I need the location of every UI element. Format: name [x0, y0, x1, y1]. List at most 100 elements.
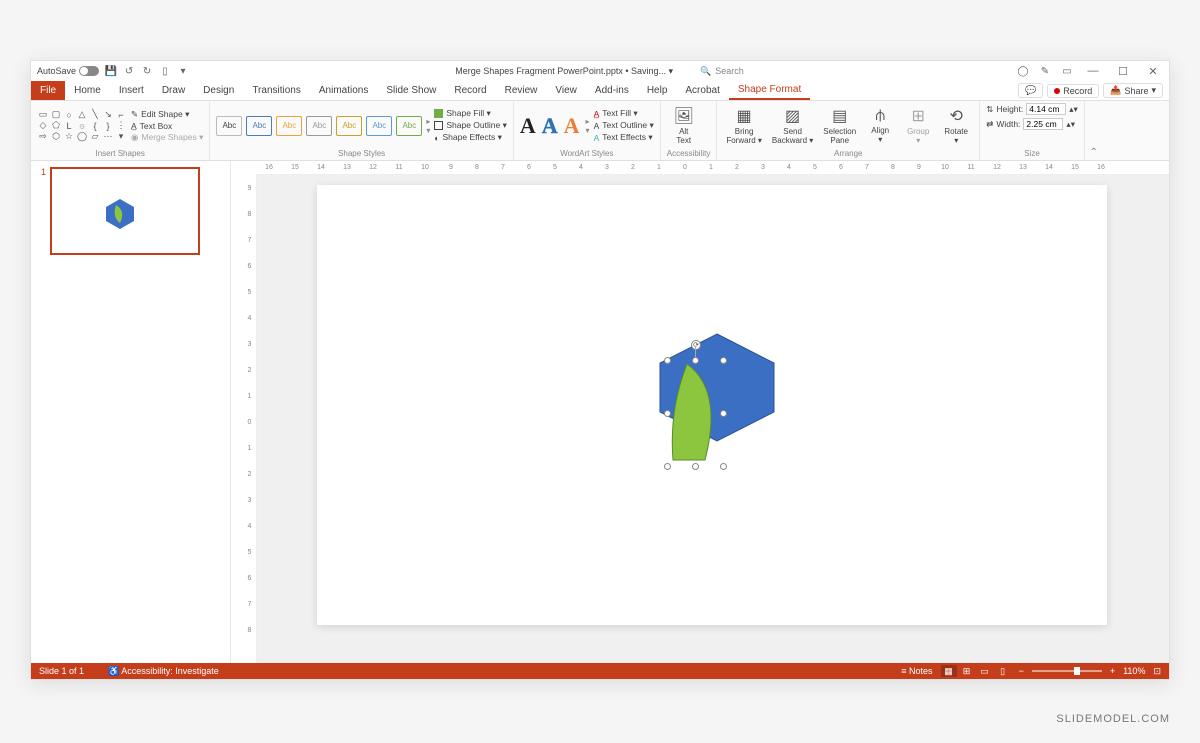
tab-slideshow[interactable]: Slide Show	[377, 81, 445, 100]
start-slideshow-icon[interactable]: ▯	[159, 65, 171, 77]
send-backward-button[interactable]: ▨Send Backward ▾	[769, 104, 816, 147]
tab-record[interactable]: Record	[445, 81, 495, 100]
tab-design[interactable]: Design	[194, 81, 243, 100]
text-fill-icon: A̲	[594, 109, 600, 119]
group-insert-shapes: ▭▢○△╲↘⌐ ◇⬠L۞{}⋮ ⇨⬡☆◯▱⋯▾ ✎Edit Shape ▾ A̲…	[31, 101, 210, 160]
handle-tl[interactable]	[664, 357, 671, 364]
status-bar: Slide 1 of 1 ♿ Accessibility: Investigat…	[31, 663, 1169, 679]
tab-insert[interactable]: Insert	[110, 81, 153, 100]
reading-view-button[interactable]: ▭	[977, 665, 993, 677]
handle-bm[interactable]	[692, 463, 699, 470]
style-thumb-4[interactable]: Abc	[306, 116, 332, 136]
save-icon[interactable]: 💾	[105, 65, 117, 77]
tab-shape-format[interactable]: Shape Format	[729, 81, 810, 100]
tab-animations[interactable]: Animations	[310, 81, 377, 100]
style-thumb-5[interactable]: Abc	[336, 116, 362, 136]
styles-more-icon[interactable]: ▸▾	[426, 117, 430, 135]
style-thumb-7[interactable]: Abc	[396, 116, 422, 136]
fit-to-window-button[interactable]: ⊡	[1153, 666, 1161, 677]
wordart-more-icon[interactable]: ▸▾	[586, 117, 590, 135]
text-box-button[interactable]: A̲Text Box	[131, 121, 203, 131]
tab-addins[interactable]: Add-ins	[586, 81, 638, 100]
handle-bl[interactable]	[664, 463, 671, 470]
handle-tr[interactable]	[720, 357, 727, 364]
undo-icon[interactable]: ↺	[123, 65, 135, 77]
slide-thumbnail-1[interactable]	[50, 167, 200, 255]
handle-mr[interactable]	[720, 410, 727, 417]
shape-fill-button[interactable]: Shape Fill ▾	[434, 108, 507, 119]
tab-draw[interactable]: Draw	[153, 81, 194, 100]
width-stepper-icon[interactable]: ▴▾	[1066, 119, 1075, 130]
zoom-slider[interactable]	[1032, 670, 1102, 672]
tab-transitions[interactable]: Transitions	[243, 81, 310, 100]
wordart-thumb-3[interactable]: A	[564, 113, 580, 139]
text-effects-button[interactable]: AText Effects ▾	[594, 132, 654, 143]
alt-text-button[interactable]: 🖼Alt Text	[667, 104, 701, 147]
tab-acrobat[interactable]: Acrobat	[676, 81, 728, 100]
sorter-view-button[interactable]: ⊞	[959, 665, 975, 677]
redo-icon[interactable]: ↻	[141, 65, 153, 77]
tab-help[interactable]: Help	[638, 81, 677, 100]
notes-button[interactable]: ≡ Notes	[901, 666, 932, 676]
align-button[interactable]: ⫛Align ▾	[863, 105, 897, 146]
tab-home[interactable]: Home	[65, 81, 110, 100]
rotate-button[interactable]: ⟲Rotate ▾	[939, 104, 973, 147]
width-field[interactable]: ⇄Width:▴▾	[986, 118, 1075, 130]
horizontal-ruler: 1615141312111098765432101234567891011121…	[256, 161, 1169, 175]
wordart-thumb-2[interactable]: A	[542, 113, 558, 139]
text-fill-button[interactable]: A̲Text Fill ▾	[594, 108, 654, 119]
shape-effects-button[interactable]: ◐Shape Effects ▾	[434, 132, 507, 143]
group-wordart-styles: A A A ▸▾ A̲Text Fill ▾ AText Outline ▾ A…	[514, 101, 661, 160]
ribbon-display-icon[interactable]: ▭	[1061, 65, 1073, 77]
tab-file[interactable]: File	[31, 81, 65, 100]
style-thumb-1[interactable]: Abc	[216, 116, 242, 136]
normal-view-button[interactable]: ▦	[941, 665, 957, 677]
text-outline-button[interactable]: AText Outline ▾	[594, 120, 654, 131]
zoom-level[interactable]: 110%	[1123, 666, 1145, 676]
selection-pane-button[interactable]: ▤Selection Pane	[820, 104, 859, 147]
edit-shape-button[interactable]: ✎Edit Shape ▾	[131, 109, 203, 120]
coming-soon-icon[interactable]: ✎	[1039, 65, 1051, 77]
canvas-area[interactable]: ⟳	[257, 175, 1169, 663]
handle-br[interactable]	[720, 463, 727, 470]
style-thumb-2[interactable]: Abc	[246, 116, 272, 136]
handle-ml[interactable]	[664, 410, 671, 417]
comments-button[interactable]: 💬	[1018, 83, 1043, 98]
group-label-size: Size	[986, 148, 1078, 158]
status-slide[interactable]: Slide 1 of 1	[39, 666, 84, 676]
send-backward-icon: ▨	[785, 106, 800, 126]
share-button[interactable]: 📤 Share ▾	[1103, 83, 1163, 98]
shape-outline-button[interactable]: Shape Outline ▾	[434, 120, 507, 131]
toggle-switch-icon[interactable]	[79, 66, 99, 76]
wordart-thumb-1[interactable]: A	[520, 113, 536, 139]
tab-view[interactable]: View	[546, 81, 586, 100]
handle-tm[interactable]	[692, 357, 699, 364]
bring-forward-button[interactable]: ▦Bring Forward ▾	[723, 104, 765, 147]
style-thumb-3[interactable]: Abc	[276, 116, 302, 136]
autosave-toggle[interactable]: AutoSave	[37, 66, 99, 76]
zoom-out-button[interactable]: −	[1019, 666, 1024, 676]
zoom-in-button[interactable]: +	[1110, 666, 1115, 676]
qat-more-icon[interactable]: ▾	[177, 65, 189, 77]
rotation-handle[interactable]: ⟳	[691, 340, 701, 350]
slide-canvas[interactable]: ⟳	[317, 185, 1107, 625]
search-box[interactable]: 🔍 Search	[693, 64, 751, 79]
collapse-ribbon-button[interactable]: ⌃	[1085, 101, 1103, 160]
slideshow-view-button[interactable]: ▯	[995, 665, 1011, 677]
shape-gallery[interactable]: ▭▢○△╲↘⌐ ◇⬠L۞{}⋮ ⇨⬡☆◯▱⋯▾	[37, 110, 127, 142]
group-button[interactable]: ⊞Group ▾	[901, 104, 935, 147]
bring-forward-icon: ▦	[737, 106, 752, 126]
account-icon[interactable]: ◯	[1017, 65, 1029, 77]
moon-shape-selected[interactable]: ⟳	[667, 360, 725, 468]
close-button[interactable]: ✕	[1143, 65, 1163, 78]
minimize-button[interactable]: —	[1083, 65, 1103, 77]
height-field[interactable]: ⇅Height:▴▾	[986, 103, 1078, 115]
maximize-button[interactable]: ☐	[1113, 65, 1133, 78]
status-accessibility[interactable]: ♿ Accessibility: Investigate	[108, 666, 219, 677]
tab-review[interactable]: Review	[496, 81, 547, 100]
height-input[interactable]	[1026, 103, 1066, 115]
height-stepper-icon[interactable]: ▴▾	[1069, 104, 1078, 115]
style-thumb-6[interactable]: Abc	[366, 116, 392, 136]
width-input[interactable]	[1023, 118, 1063, 130]
record-button[interactable]: Record	[1047, 84, 1099, 98]
